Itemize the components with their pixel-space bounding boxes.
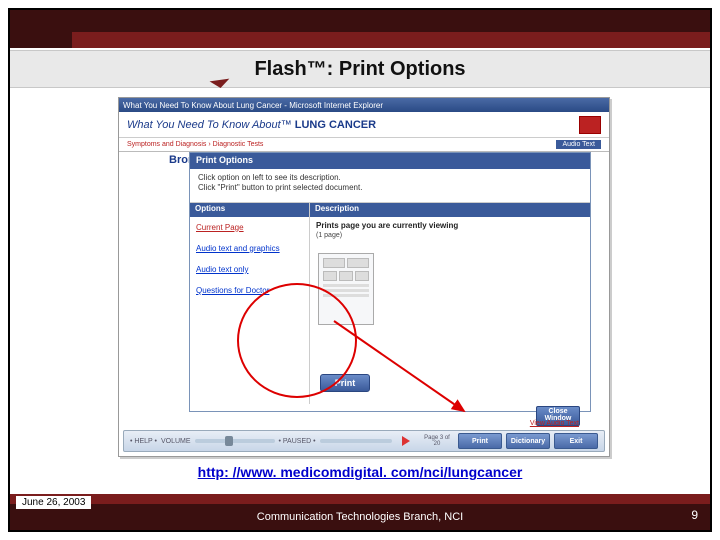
slide-footer: June 26, 2003 Communication Technologies… [10, 494, 710, 530]
toolbar-print-button[interactable]: Print [458, 433, 502, 449]
slide-title: Flash™: Print Options [254, 58, 465, 81]
option-questions-doctor[interactable]: Questions for Doctor [190, 280, 309, 301]
paused-label: • PAUSED • [279, 438, 316, 445]
footer-branch: Communication Technologies Branch, NCI [10, 511, 710, 523]
window-titlebar: What You Need To Know About Lung Cancer … [119, 98, 609, 112]
title-band: Flash™: Print Options [10, 50, 710, 88]
breadcrumb-bar: Symptoms and Diagnosis › Diagnostic Test… [119, 138, 609, 152]
option-audio-text-graphics[interactable]: Audio text and graphics [190, 238, 309, 259]
app-header: What You Need To Know About™ LUNG CANCER [119, 112, 609, 138]
page-number: 9 [691, 508, 698, 522]
description-text: Prints page you are currently viewing [310, 217, 590, 230]
page-indicator: Page 3 of 20 [420, 435, 454, 447]
play-icon[interactable] [402, 436, 410, 446]
option-audio-text-only[interactable]: Audio text only [190, 259, 309, 280]
option-current-page[interactable]: Current Page [190, 217, 309, 238]
options-column: Options Current Page Audio text and grap… [190, 203, 310, 404]
app-screenshot: What You Need To Know About Lung Cancer … [118, 97, 610, 457]
app-heading: What You Need To Know About™ LUNG CANCER [127, 119, 376, 131]
slide-top-decor [10, 10, 710, 48]
window-title: What You Need To Know About Lung Cancer … [123, 101, 383, 110]
player-toolbar: • HELP • VOLUME • PAUSED • Page 3 of 20 … [123, 430, 605, 452]
view-audio-text-link[interactable]: View Audio Text [530, 420, 579, 427]
modal-instructions: Click option on left to see its descript… [190, 169, 590, 202]
toolbar-exit-button[interactable]: Exit [554, 433, 598, 449]
audio-text-button[interactable]: Audio Text [556, 140, 601, 149]
modal-title: Print Options [190, 153, 590, 169]
print-button[interactable]: Print [320, 374, 370, 392]
help-link[interactable]: • HELP • [130, 438, 157, 445]
page-count: (1 page) [310, 230, 590, 247]
chevron-decor [210, 79, 231, 90]
breadcrumb[interactable]: Symptoms and Diagnosis › Diagnostic Test… [127, 141, 263, 148]
description-column: Description Prints page you are currentl… [310, 203, 590, 404]
toolbar-dictionary-button[interactable]: Dictionary [506, 433, 550, 449]
description-header: Description [310, 203, 590, 217]
options-header: Options [190, 203, 309, 217]
volume-label: VOLUME [161, 438, 191, 445]
print-options-modal: Print Options Click option on left to se… [189, 152, 591, 412]
source-url[interactable]: http: //www. medicomdigital. com/nci/lun… [10, 464, 710, 480]
volume-slider[interactable] [195, 439, 275, 443]
nci-logo [579, 116, 601, 134]
slide-frame: Flash™: Print Options What You Need To K… [8, 8, 712, 532]
seek-slider[interactable] [320, 439, 392, 443]
print-preview-thumb [318, 253, 374, 325]
footer-date: June 26, 2003 [16, 496, 91, 509]
